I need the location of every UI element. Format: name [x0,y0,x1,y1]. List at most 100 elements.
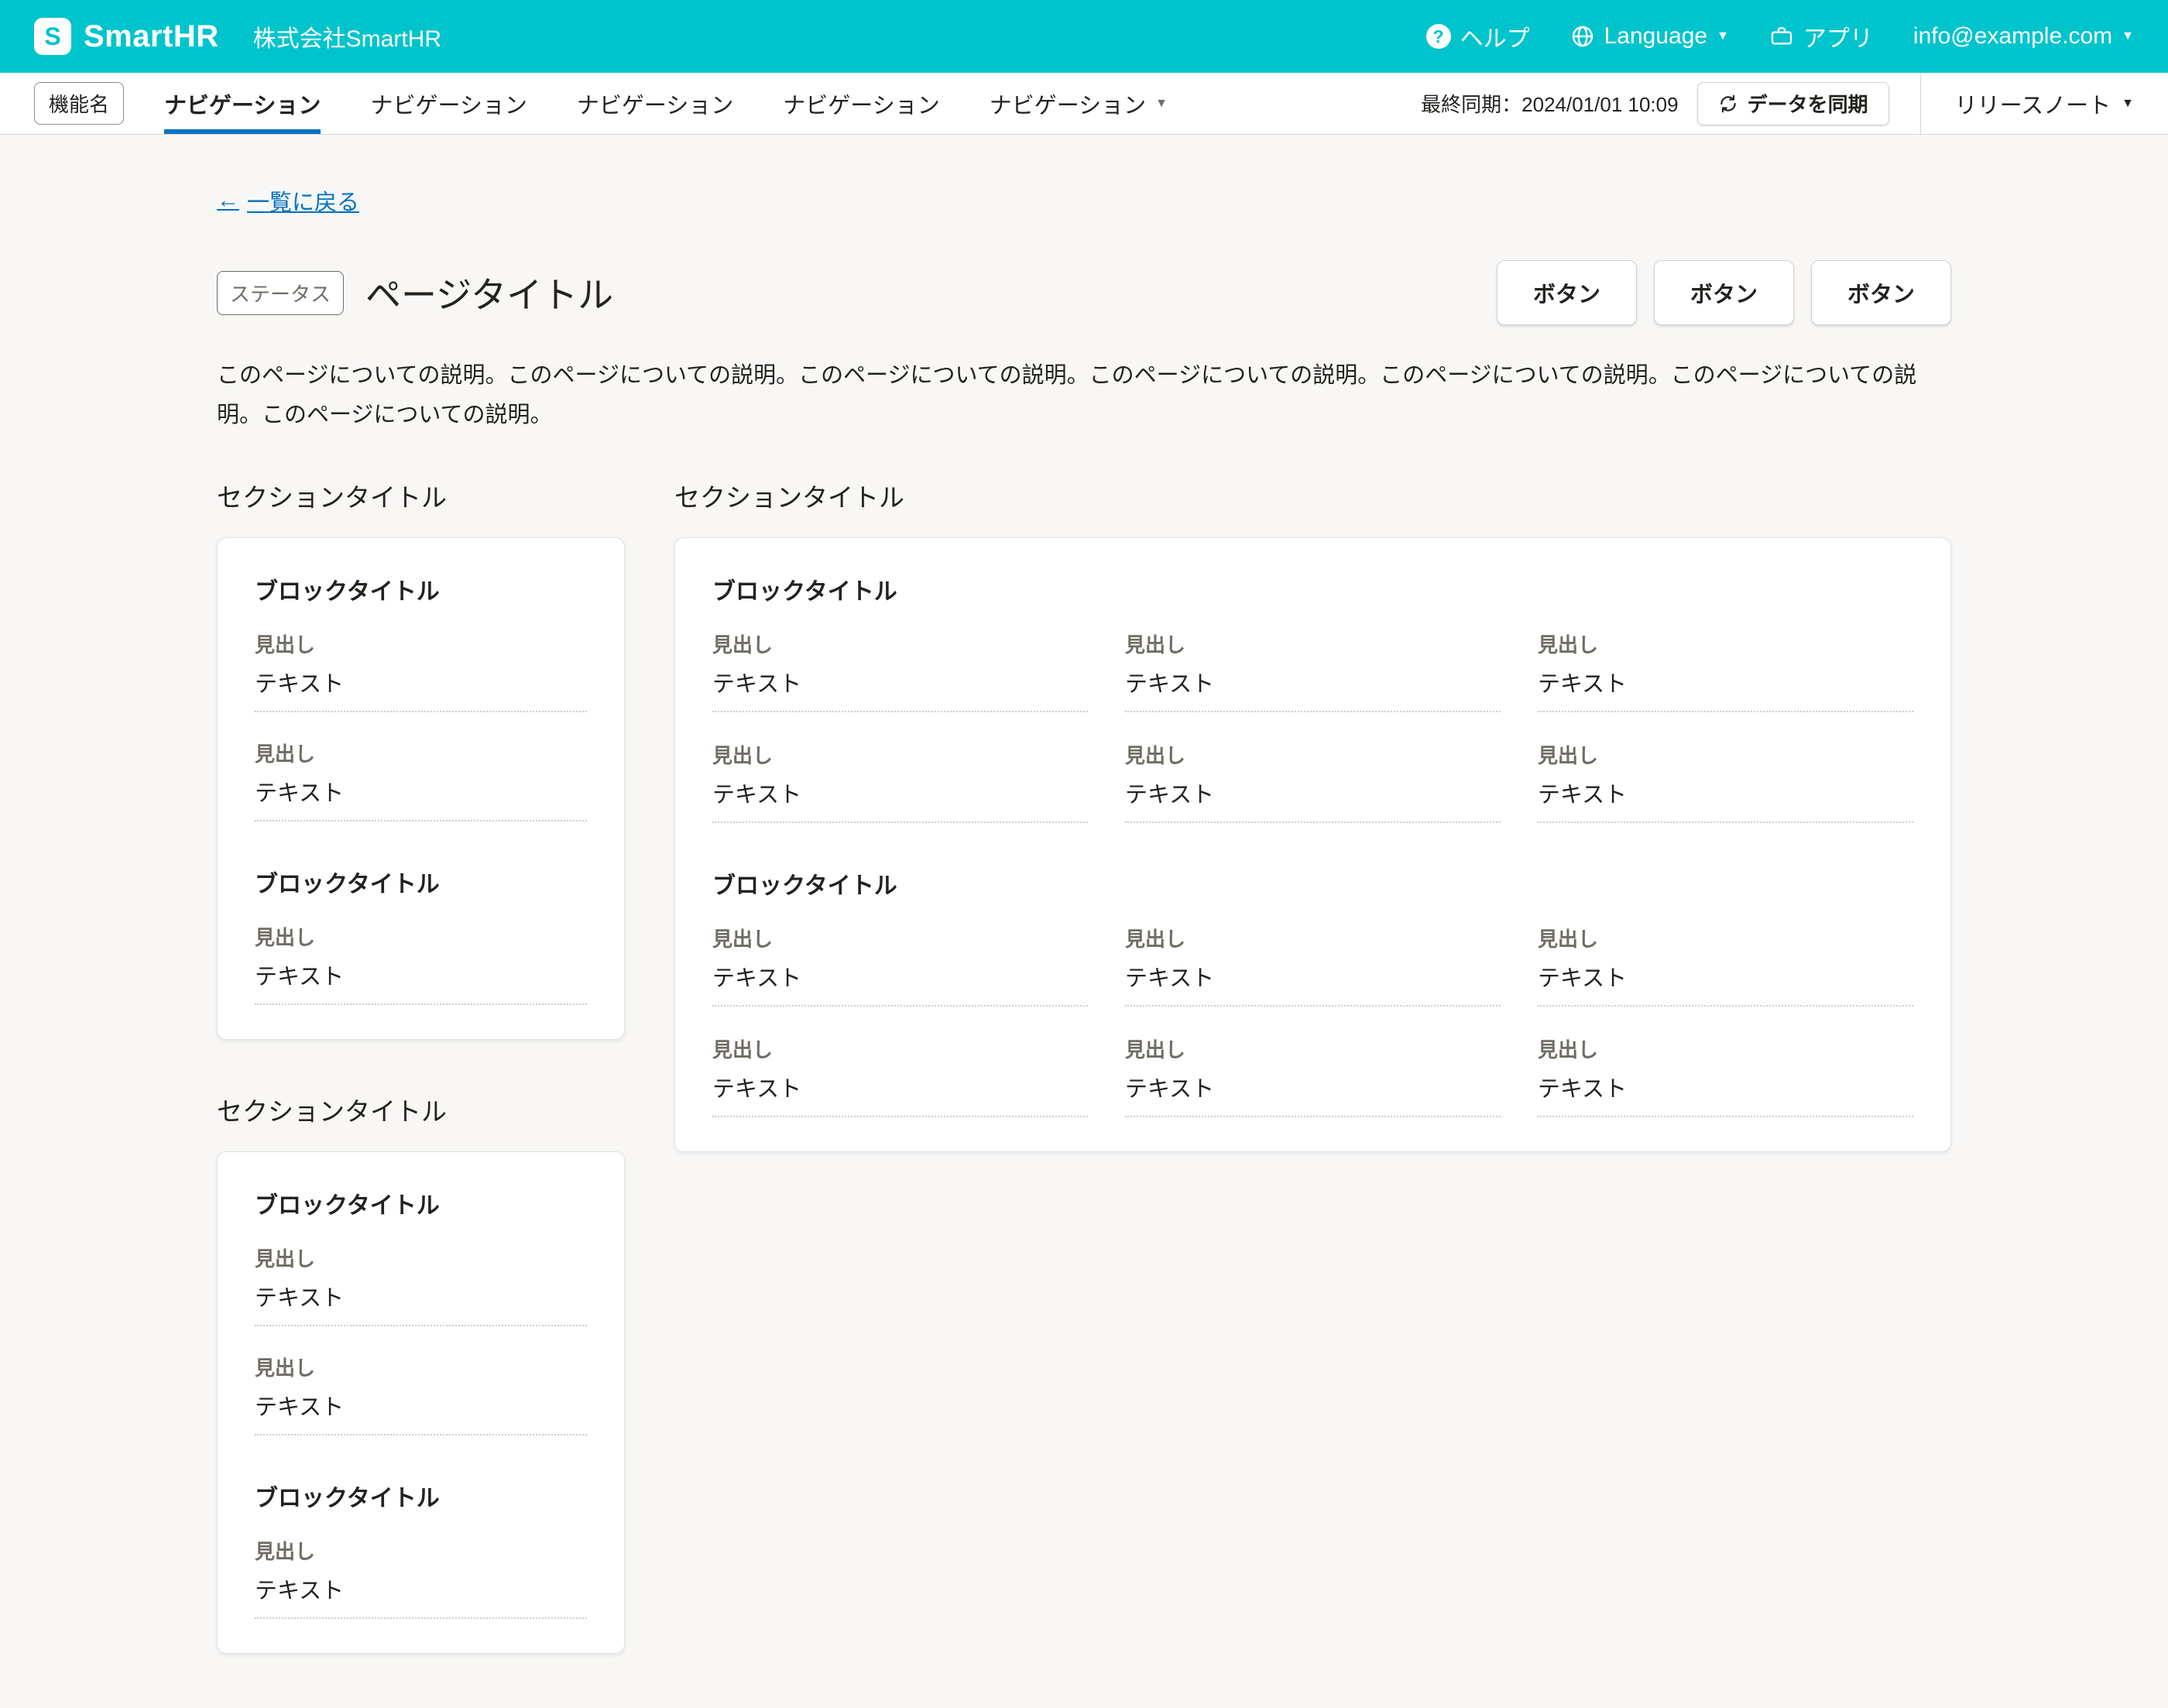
right-column: セクションタイトル ブロックタイトル 見出し テキスト 見出し テキスト [674,477,1951,1152]
item-value: テキスト [255,1389,587,1435]
section-1: セクションタイトル ブロックタイトル 見出し テキスト 見出し テキスト [217,477,625,1040]
navi-tab-4[interactable]: ナビゲーション [783,73,939,134]
item-value: テキスト [1125,960,1501,1007]
item-value: テキスト [1538,960,1913,1007]
language-menu[interactable]: Language ▼ [1570,23,1729,50]
item-label: 見出し [255,922,587,951]
definition-item: 見出し テキスト [255,922,587,1005]
item-label: 見出し [712,629,1088,658]
page-description: このページについての説明。このページについての説明。このページについての説明。こ… [217,356,1951,435]
section-title: セクションタイトル [217,477,625,514]
navi-tab-2[interactable]: ナビゲーション [370,73,527,134]
company-name: 株式会社SmartHR [253,19,441,53]
back-row: ← 一覧に戻る [217,135,1951,217]
release-notes-label: リリースノート [1955,87,2111,120]
item-value: テキスト [255,1280,587,1326]
navi-tab-label: ナビゲーション [370,87,527,120]
help-icon: ? [1426,24,1451,49]
navi-tab-label: ナビゲーション [164,87,321,120]
block-title: ブロックタイトル [255,1479,587,1513]
definition-item: 見出し テキスト [255,1243,587,1326]
back-to-list-link[interactable]: ← 一覧に戻る [217,184,359,217]
apps-label: アプリ [1803,19,1873,53]
globe-icon [1570,24,1595,49]
item-label: 見出し [712,740,1088,769]
account-email: info@example.com [1913,23,2112,50]
item-label: 見出し [1538,1034,1913,1063]
definition-item: 見出し テキスト [1125,629,1501,712]
item-label: 見出し [1125,740,1501,769]
chevron-down-icon: ▼ [2122,30,2134,43]
item-label: 見出し [255,1243,587,1272]
page-title-row: ステータス ページタイトル ボタン ボタン ボタン [217,260,1951,325]
action-button-3[interactable]: ボタン [1811,260,1951,325]
sync-data-button[interactable]: データを同期 [1697,82,1889,125]
item-label: 見出し [712,924,1088,952]
navi-tab-label: ナビゲーション [990,87,1146,120]
language-label: Language [1604,23,1707,50]
action-button-2[interactable]: ボタン [1654,260,1794,325]
smarthr-logo-icon: S [34,18,71,55]
chevron-down-icon: ▼ [1717,30,1729,43]
navi-right-group: 最終同期：2024/01/01 10:09 データを同期 リリースノート ▼ [1421,73,2134,134]
chevron-down-icon: ▼ [1155,98,1168,110]
sync-data-label: データを同期 [1748,89,1868,118]
feature-name-badge: 機能名 [34,82,124,125]
page-action-buttons: ボタン ボタン ボタン [1497,260,1951,325]
item-value: テキスト [255,666,587,712]
definition-item: 見出し テキスト [1538,1034,1913,1117]
block-title: ブロックタイトル [255,1186,587,1220]
page-title: ページタイトル [365,267,613,318]
chevron-down-icon: ▼ [2122,98,2134,110]
section-2: セクションタイトル ブロックタイトル 見出し テキスト 見出し テキスト [674,477,1951,1152]
help-menu[interactable]: ? ヘルプ [1426,19,1530,53]
definition-item: 見出し テキスト [255,629,587,712]
item-label: 見出し [1125,629,1501,658]
definition-item: 見出し テキスト [1125,740,1501,823]
item-value: テキスト [712,1071,1088,1117]
block-title: ブロックタイトル [255,572,587,606]
release-notes-menu[interactable]: リリースノート ▼ [1920,73,2134,134]
block: ブロックタイトル 見出し テキスト [255,865,587,1005]
definition-item: 見出し テキスト [1538,740,1913,823]
block: ブロックタイトル 見出し テキスト 見出し テキスト [255,572,587,821]
block: ブロックタイトル 見出し テキスト 見出し テキスト [255,1186,587,1435]
item-value: テキスト [1538,666,1913,712]
app-navi: 機能名 ナビゲーション ナビゲーション ナビゲーション ナビゲーション ナビゲー… [0,73,2168,135]
left-column: セクションタイトル ブロックタイトル 見出し テキスト 見出し テキスト [217,477,625,1654]
block-title: ブロックタイトル [255,865,587,899]
definition-item: 見出し テキスト [255,1536,587,1619]
navi-tab-5-dropdown[interactable]: ナビゲーション ▼ [990,73,1168,134]
definition-item: 見出し テキスト [712,1034,1088,1117]
header-right-group: ? ヘルプ Language ▼ アプリ info@example.com ▼ [1426,19,2134,53]
navi-tabs: ナビゲーション ナビゲーション ナビゲーション ナビゲーション ナビゲーション … [164,73,1168,134]
item-label: 見出し [1538,924,1913,952]
definition-item: 見出し テキスト [1125,1034,1501,1117]
item-label: 見出し [255,1536,587,1565]
section-3: セクションタイトル ブロックタイトル 見出し テキスト 見出し テキスト [217,1091,625,1654]
account-menu[interactable]: info@example.com ▼ [1913,23,2134,50]
briefcase-icon [1769,24,1794,49]
smarthr-logo[interactable]: S SmartHR [34,18,219,55]
item-value: テキスト [712,666,1088,712]
section-3-card: ブロックタイトル 見出し テキスト 見出し テキスト ブロックタイトル [217,1151,625,1654]
definition-grid: 見出し テキスト 見出し テキスト 見出し テキスト [712,629,1913,823]
item-value: テキスト [1538,1071,1913,1117]
apps-menu[interactable]: アプリ [1769,19,1873,53]
definition-item: 見出し テキスト [712,629,1088,712]
back-link-label: 一覧に戻る [247,184,359,217]
item-value: テキスト [255,775,587,821]
block: ブロックタイトル 見出し テキスト [255,1479,587,1619]
item-value: テキスト [255,1573,587,1619]
item-label: 見出し [255,739,587,767]
item-label: 見出し [712,1034,1088,1063]
content-layout: セクションタイトル ブロックタイトル 見出し テキスト 見出し テキスト [217,477,1951,1700]
definition-grid: 見出し テキスト 見出し テキスト 見出し テキスト [712,924,1913,1117]
app-header: S SmartHR 株式会社SmartHR ? ヘルプ Language ▼ ア… [0,0,2168,73]
action-button-1[interactable]: ボタン [1497,260,1637,325]
definition-item: 見出し テキスト [1538,924,1913,1007]
navi-tab-1[interactable]: ナビゲーション [164,73,321,134]
block: ブロックタイトル 見出し テキスト 見出し テキスト 見出し [712,866,1913,1117]
navi-tab-3[interactable]: ナビゲーション [577,73,733,134]
item-label: 見出し [1125,1034,1501,1063]
